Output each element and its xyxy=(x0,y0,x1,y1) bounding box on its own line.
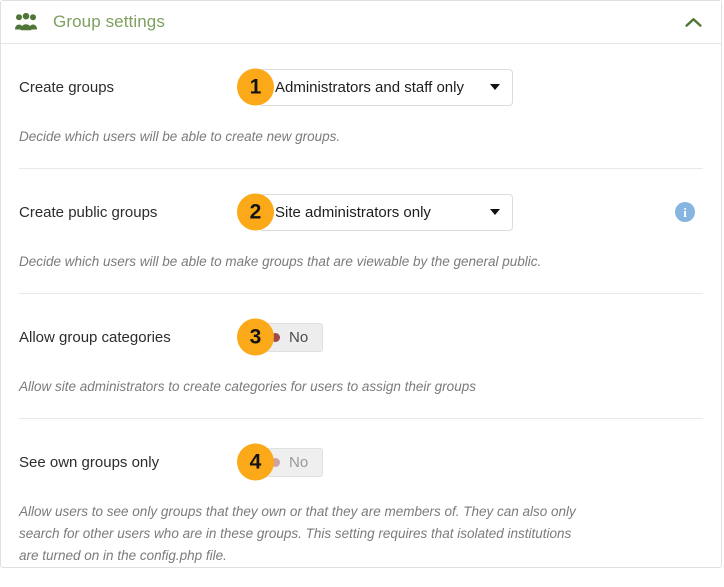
chevron-up-icon[interactable] xyxy=(681,10,705,34)
select-value: Administrators and staff only xyxy=(275,78,464,96)
create-public-groups-select[interactable]: Site administrators only xyxy=(259,193,513,231)
setting-row-create-public-groups: Create public groups 2 Site administrato… xyxy=(19,169,703,294)
settings-list: Create groups 1 Administrators and staff… xyxy=(1,44,721,587)
setting-row-see-own-groups-only: See own groups only 4 No Allow users to … xyxy=(19,419,703,587)
setting-label: Create groups xyxy=(19,78,115,96)
setting-label: Create public groups xyxy=(19,203,158,221)
toggle-value: No xyxy=(289,453,309,471)
setting-description: Allow site administrators to create cate… xyxy=(19,379,476,394)
control-line: Create public groups 2 Site administrato… xyxy=(19,193,703,231)
control-wrap: 1 Administrators and staff only xyxy=(237,68,513,106)
select-value: Site administrators only xyxy=(275,203,431,221)
setting-row-create-groups: Create groups 1 Administrators and staff… xyxy=(19,44,703,169)
setting-description: Allow users to see only groups that they… xyxy=(19,504,576,563)
info-circle-icon[interactable]: i xyxy=(675,202,695,222)
panel-header[interactable]: Group settings xyxy=(1,1,721,44)
group-settings-panel: Group settings Create groups 1 Administr… xyxy=(0,0,722,568)
control-wrap: 4 No xyxy=(237,443,324,481)
control-wrap: 3 No xyxy=(237,318,324,356)
setting-description: Decide which users will be able to make … xyxy=(19,254,542,269)
users-group-icon xyxy=(15,11,37,33)
step-badge-1: 1 xyxy=(237,68,274,106)
setting-label: See own groups only xyxy=(19,453,160,471)
setting-row-allow-group-categories: Allow group categories 3 No Allow site a… xyxy=(19,294,703,419)
toggle-value: No xyxy=(289,328,309,346)
step-badge-4: 4 xyxy=(237,443,274,481)
chevron-down-icon xyxy=(490,209,500,215)
step-badge-3: 3 xyxy=(237,318,274,356)
setting-description: Decide which users will be able to creat… xyxy=(19,129,341,144)
chevron-down-icon xyxy=(490,84,500,90)
control-line: Create groups 1 Administrators and staff… xyxy=(19,68,703,106)
create-groups-select[interactable]: Administrators and staff only xyxy=(259,68,513,106)
control-line: Allow group categories 3 No xyxy=(19,318,703,356)
page-title: Group settings xyxy=(53,12,165,31)
control-wrap: 2 Site administrators only xyxy=(237,193,513,231)
step-badge-2: 2 xyxy=(237,193,274,231)
setting-label: Allow group categories xyxy=(19,328,171,346)
control-line: See own groups only 4 No xyxy=(19,443,703,481)
